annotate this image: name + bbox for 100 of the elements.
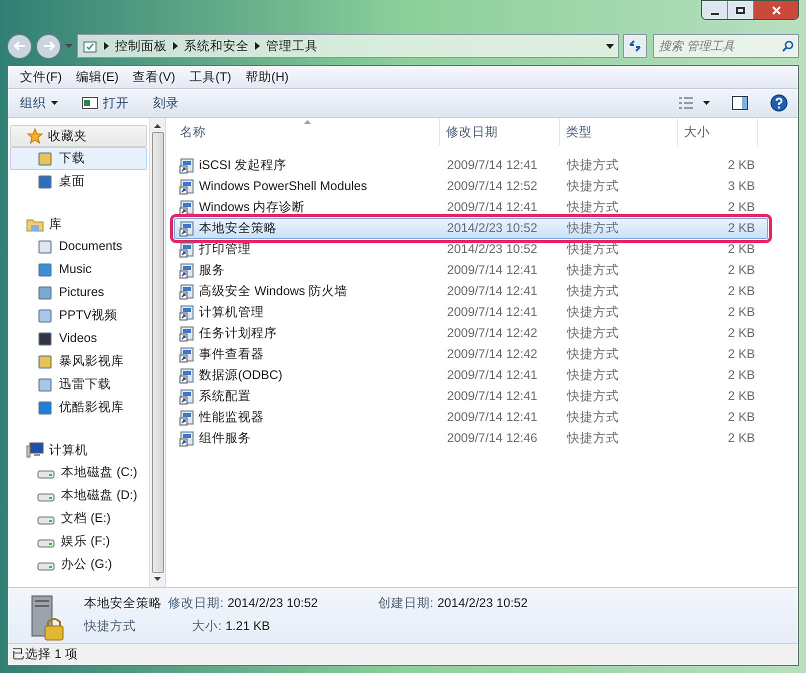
date-cell-text: 2009/7/14 12:41 — [446, 388, 538, 406]
help-button[interactable] — [768, 94, 790, 112]
size-cell-text: 2 KB — [726, 220, 755, 238]
type-cell-text: 快捷方式 — [566, 325, 620, 342]
shortcut-icon — [179, 304, 195, 320]
nav-group-header[interactable]: 收藏夹 — [10, 125, 147, 147]
size-cell-text: 2 KB — [726, 409, 755, 426]
size-cell-text: 2 KB — [726, 157, 755, 174]
file-name: 本地安全策略 — [199, 220, 277, 238]
nav-item[interactable]: PPTV视频 — [10, 304, 147, 327]
field-value: 2014/2/23 10:52 — [437, 595, 528, 612]
field-label: 大小: — [192, 618, 222, 635]
file-row[interactable]: 计算机管理 2009/7/14 12:41 快捷方式 2 KB — [174, 302, 768, 323]
file-name: Windows 内存诊断 — [199, 199, 306, 216]
file-row[interactable]: 数据源(ODBC) 2009/7/14 12:41 快捷方式 2 KB — [174, 365, 768, 386]
history-caret-icon[interactable] — [65, 43, 73, 49]
scroll-down-icon[interactable] — [154, 577, 161, 581]
size-cell-text: 2 KB — [726, 325, 755, 342]
field-label: 创建日期: — [378, 595, 434, 612]
menu-item[interactable]: 查看(V) — [126, 68, 182, 86]
chevron-icon[interactable] — [255, 42, 260, 50]
menu-item[interactable]: 工具(T) — [183, 68, 238, 86]
breadcrumb[interactable]: 管理工具 — [266, 36, 318, 56]
menu-item[interactable]: 文件(F) — [14, 68, 68, 86]
column-header[interactable]: 大小 — [678, 118, 758, 146]
nav-item[interactable]: Documents — [10, 235, 147, 258]
field-label: 修改日期: — [168, 595, 224, 612]
file-row[interactable]: 事件查看器 2009/7/14 12:42 快捷方式 2 KB — [174, 344, 768, 365]
breadcrumb[interactable]: 控制面板 — [115, 36, 167, 56]
search-field[interactable]: 搜索 管理工具 — [653, 34, 799, 58]
back-button[interactable] — [7, 34, 32, 58]
scrollbar[interactable] — [149, 118, 165, 587]
file-row[interactable]: iSCSI 发起程序 2009/7/14 12:41 快捷方式 2 KB — [174, 155, 768, 176]
column-header[interactable]: 类型 — [560, 118, 678, 146]
nav-item[interactable]: 迅雷下载 — [10, 373, 147, 396]
nav-item[interactable]: 本地磁盘 (C:) — [10, 461, 147, 484]
nav-item[interactable]: 本地磁盘 (D:) — [10, 484, 147, 507]
address-bar[interactable]: 控制面板 系统和安全 管理工具 — [77, 34, 619, 58]
dropdown-caret-icon[interactable] — [606, 44, 614, 48]
type-cell-text: 快捷方式 — [566, 346, 620, 364]
nav-item[interactable]: 桌面 — [10, 170, 147, 193]
file-row[interactable]: 性能监视器 2009/7/14 12:41 快捷方式 2 KB — [174, 407, 768, 428]
type-cell-text: 快捷方式 — [566, 157, 620, 174]
file-row[interactable]: 系统配置 2009/7/14 12:41 快捷方式 2 KB — [174, 386, 768, 407]
file-name: 高级安全 Windows 防火墙 — [199, 283, 348, 300]
toolbar-button[interactable]: 组织 — [16, 94, 62, 112]
file-row[interactable]: 打印管理 2014/2/23 10:52 快捷方式 2 KB — [174, 239, 768, 260]
date-cell-text: 2009/7/14 12:41 — [446, 283, 538, 300]
breadcrumb[interactable]: 系统和安全 — [184, 36, 249, 56]
nav-item[interactable]: Pictures — [10, 281, 147, 304]
view-options-button[interactable] — [677, 97, 712, 109]
file-row[interactable]: Windows PowerShell Modules 2009/7/14 12:52 快捷方式 3 KB — [174, 176, 768, 197]
caret-icon — [51, 101, 58, 105]
size-cell-text: 3 KB — [726, 178, 755, 196]
nav-item[interactable]: 优酷影视库 — [10, 396, 147, 419]
size-cell-text: 2 KB — [726, 367, 755, 384]
file-row[interactable]: 组件服务 2009/7/14 12:46 快捷方式 2 KB — [174, 428, 768, 449]
back-arrow-icon — [14, 41, 26, 51]
forward-button[interactable] — [36, 34, 61, 58]
file-row[interactable]: 任务计划程序 2009/7/14 12:42 快捷方式 2 KB — [174, 323, 768, 344]
nav-item[interactable]: 办公 (G:) — [10, 553, 147, 576]
shortcut-icon — [179, 220, 195, 236]
shortcut-icon — [179, 326, 195, 342]
close-button[interactable] — [754, 1, 798, 19]
file-row[interactable]: 服务 2009/7/14 12:41 快捷方式 2 KB — [174, 260, 768, 281]
nav-item[interactable]: 文档 (E:) — [10, 507, 147, 530]
type-cell-text: 快捷方式 — [566, 199, 620, 216]
menu-item[interactable]: 帮助(H) — [239, 68, 295, 86]
chevron-icon[interactable] — [173, 42, 178, 50]
nav-item[interactable]: 下载 — [10, 147, 147, 170]
file-name: 本地安全策略 — [84, 595, 162, 612]
date-cell-text: 2009/7/14 12:41 — [446, 409, 538, 426]
type-cell-text: 快捷方式 — [566, 283, 620, 300]
menu-item[interactable]: 编辑(E) — [70, 68, 125, 86]
toolbar-button[interactable]: 刻录 — [149, 94, 183, 112]
column-header[interactable]: 名称 — [174, 118, 440, 146]
nav-item[interactable]: 娱乐 (F:) — [10, 530, 147, 553]
scroll-up-icon[interactable] — [154, 124, 161, 128]
help-icon — [770, 94, 788, 112]
file-name: 性能监视器 — [199, 409, 264, 426]
minimize-button[interactable] — [702, 1, 728, 19]
window-icon — [82, 97, 98, 109]
size-cell-text: 2 KB — [726, 304, 755, 322]
type-cell-text: 快捷方式 — [566, 409, 620, 426]
nav-item[interactable]: Videos — [10, 327, 147, 350]
refresh-button[interactable] — [623, 34, 647, 58]
star-icon — [27, 128, 43, 144]
maximize-button[interactable] — [728, 1, 754, 19]
type-cell-text: 快捷方式 — [566, 262, 620, 280]
nav-group-header[interactable]: 计算机 — [10, 439, 147, 461]
nav-group-header[interactable]: 库 — [10, 213, 147, 235]
chevron-icon[interactable] — [104, 42, 109, 50]
search-icon — [782, 40, 794, 52]
size-cell-text: 2 KB — [726, 430, 755, 448]
nav-item[interactable]: 暴风影视库 — [10, 350, 147, 373]
column-header[interactable]: 修改日期 — [440, 118, 560, 146]
nav-item[interactable]: Music — [10, 258, 147, 281]
shortcut-icon — [179, 178, 195, 194]
file-row[interactable]: 高级安全 Windows 防火墙 2009/7/14 12:41 快捷方式 2 KB — [174, 281, 768, 302]
toolbar-button[interactable]: 打开 — [78, 94, 133, 112]
